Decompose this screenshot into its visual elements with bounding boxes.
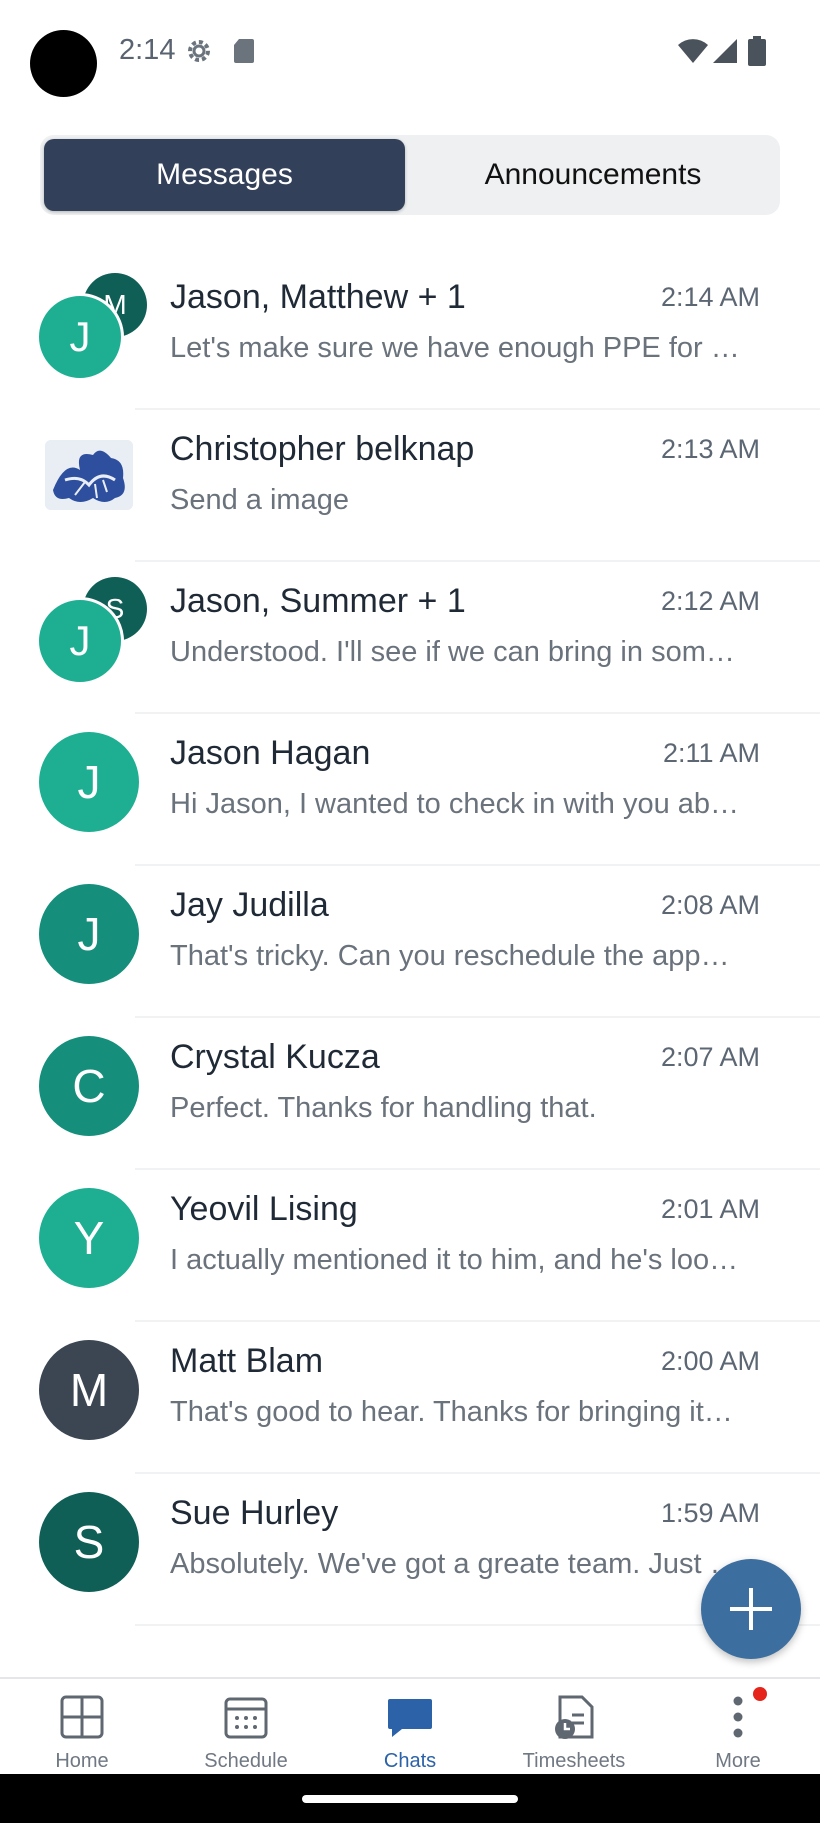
- battery-icon: [748, 36, 766, 66]
- avatar-front: J: [36, 293, 124, 381]
- chat-name: Matt Blam: [170, 1342, 324, 1380]
- nav-home-label: Home: [55, 1750, 109, 1772]
- tab-announcements[interactable]: Announcements: [410, 139, 776, 211]
- nav-timesheets-label: Timesheets: [522, 1750, 626, 1772]
- avatar-front: J: [36, 597, 124, 685]
- chat-preview: Send a image: [170, 484, 349, 516]
- chat-preview: I actually mentioned it to him, and he's…: [170, 1244, 740, 1276]
- avatar: J: [39, 884, 139, 984]
- chat-time: 2:01 AM: [660, 1194, 760, 1224]
- avatar: S: [39, 1492, 139, 1592]
- chat-name: Yeovil Lising: [170, 1190, 358, 1228]
- chat-time: 1:59 AM: [660, 1498, 760, 1528]
- chat-time: 2:11 AM: [662, 738, 760, 768]
- chat-time: 2:07 AM: [660, 1042, 760, 1072]
- chat-name: Jason, Summer + 1: [170, 582, 466, 620]
- chat-name: Crystal Kucza: [170, 1038, 380, 1076]
- chat-time: 2:13 AM: [660, 434, 760, 464]
- chat-name: Jason Hagan: [170, 734, 371, 772]
- chat-name: Jason, Matthew + 1: [170, 278, 466, 316]
- chat-preview: That's good to hear. Thanks for bringing…: [170, 1396, 740, 1428]
- gear-icon: [188, 40, 210, 62]
- chat-preview: That's tricky. Can you reschedule the ap…: [170, 940, 740, 972]
- chat-preview: Perfect. Thanks for handling that.: [170, 1092, 597, 1124]
- avatar: Y: [39, 1188, 139, 1288]
- avatar: M: [39, 1340, 139, 1440]
- gesture-bar: [0, 1774, 820, 1823]
- home-gesture-handle[interactable]: [302, 1795, 518, 1803]
- nav-schedule[interactable]: Schedule: [164, 1679, 328, 1776]
- image-thumbnail: [45, 440, 133, 510]
- avatar: J: [39, 732, 139, 832]
- tab-messages[interactable]: Messages: [44, 139, 405, 211]
- calendar-icon: [224, 1697, 268, 1739]
- nav-schedule-label: Schedule: [204, 1750, 288, 1772]
- chat-bubble-icon: [388, 1699, 432, 1737]
- chat-preview: Hi Jason, I wanted to check in with you …: [170, 788, 740, 820]
- chat-time: 2:14 AM: [660, 282, 760, 312]
- chat-name: Christopher belknap: [170, 430, 475, 468]
- chat-row[interactable]: S Sue Hurley 1:59 AM Absolutely. We've g…: [0, 1474, 820, 1626]
- status-time: 2:14: [119, 34, 176, 66]
- chat-row[interactable]: Y Yeovil Lising 2:01 AM I actually menti…: [0, 1170, 820, 1322]
- home-grid-icon: [60, 1695, 104, 1739]
- chat-row[interactable]: Christopher belknap 2:13 AM Send a image: [0, 410, 820, 562]
- chat-time: 2:00 AM: [660, 1346, 760, 1376]
- chat-time: 2:08 AM: [660, 890, 760, 920]
- chat-row[interactable]: S J Jason, Summer + 1 2:12 AM Understood…: [0, 562, 820, 714]
- nav-chats-label: Chats: [383, 1750, 437, 1772]
- nav-more-label: More: [715, 1750, 761, 1772]
- avatar: C: [39, 1036, 139, 1136]
- chat-row[interactable]: J Jay Judilla 2:08 AM That's tricky. Can…: [0, 866, 820, 1018]
- sd-card-icon: [234, 39, 254, 63]
- new-chat-button[interactable]: [701, 1559, 801, 1659]
- nav-more[interactable]: More: [656, 1679, 820, 1776]
- bottom-navigation: Home Schedule Chats Timesheets More: [0, 1677, 820, 1776]
- signal-icon: [713, 39, 737, 63]
- more-vertical-icon: [733, 1696, 743, 1738]
- chat-time: 2:12 AM: [660, 586, 760, 616]
- chat-preview: Let's make sure we have enough PPE for t…: [170, 332, 740, 364]
- chat-row[interactable]: M Matt Blam 2:00 AM That's good to hear.…: [0, 1322, 820, 1474]
- notification-badge: [753, 1687, 767, 1701]
- timesheet-icon: [555, 1695, 594, 1739]
- chat-name: Sue Hurley: [170, 1494, 339, 1532]
- chat-list: M J Jason, Matthew + 1 2:14 AM Let's mak…: [0, 258, 820, 1626]
- camera-cutout: [30, 30, 97, 97]
- message-type-tabs: Messages Announcements: [40, 135, 780, 215]
- chat-row[interactable]: M J Jason, Matthew + 1 2:14 AM Let's mak…: [0, 258, 820, 410]
- nav-timesheets[interactable]: Timesheets: [492, 1679, 656, 1776]
- nav-home[interactable]: Home: [0, 1679, 164, 1776]
- wifi-icon: [678, 39, 708, 63]
- chat-row[interactable]: J Jason Hagan 2:11 AM Hi Jason, I wanted…: [0, 714, 820, 866]
- chat-name: Jay Judilla: [170, 886, 329, 924]
- chat-preview: Understood. I'll see if we can bring in …: [170, 636, 740, 668]
- plus-icon: [730, 1588, 772, 1630]
- status-bar: 2:14: [0, 0, 820, 104]
- chat-row[interactable]: C Crystal Kucza 2:07 AM Perfect. Thanks …: [0, 1018, 820, 1170]
- chat-preview: Absolutely. We've got a greate team. Jus…: [170, 1548, 740, 1580]
- nav-chats[interactable]: Chats: [328, 1679, 492, 1776]
- image-preview-icon: [45, 440, 133, 510]
